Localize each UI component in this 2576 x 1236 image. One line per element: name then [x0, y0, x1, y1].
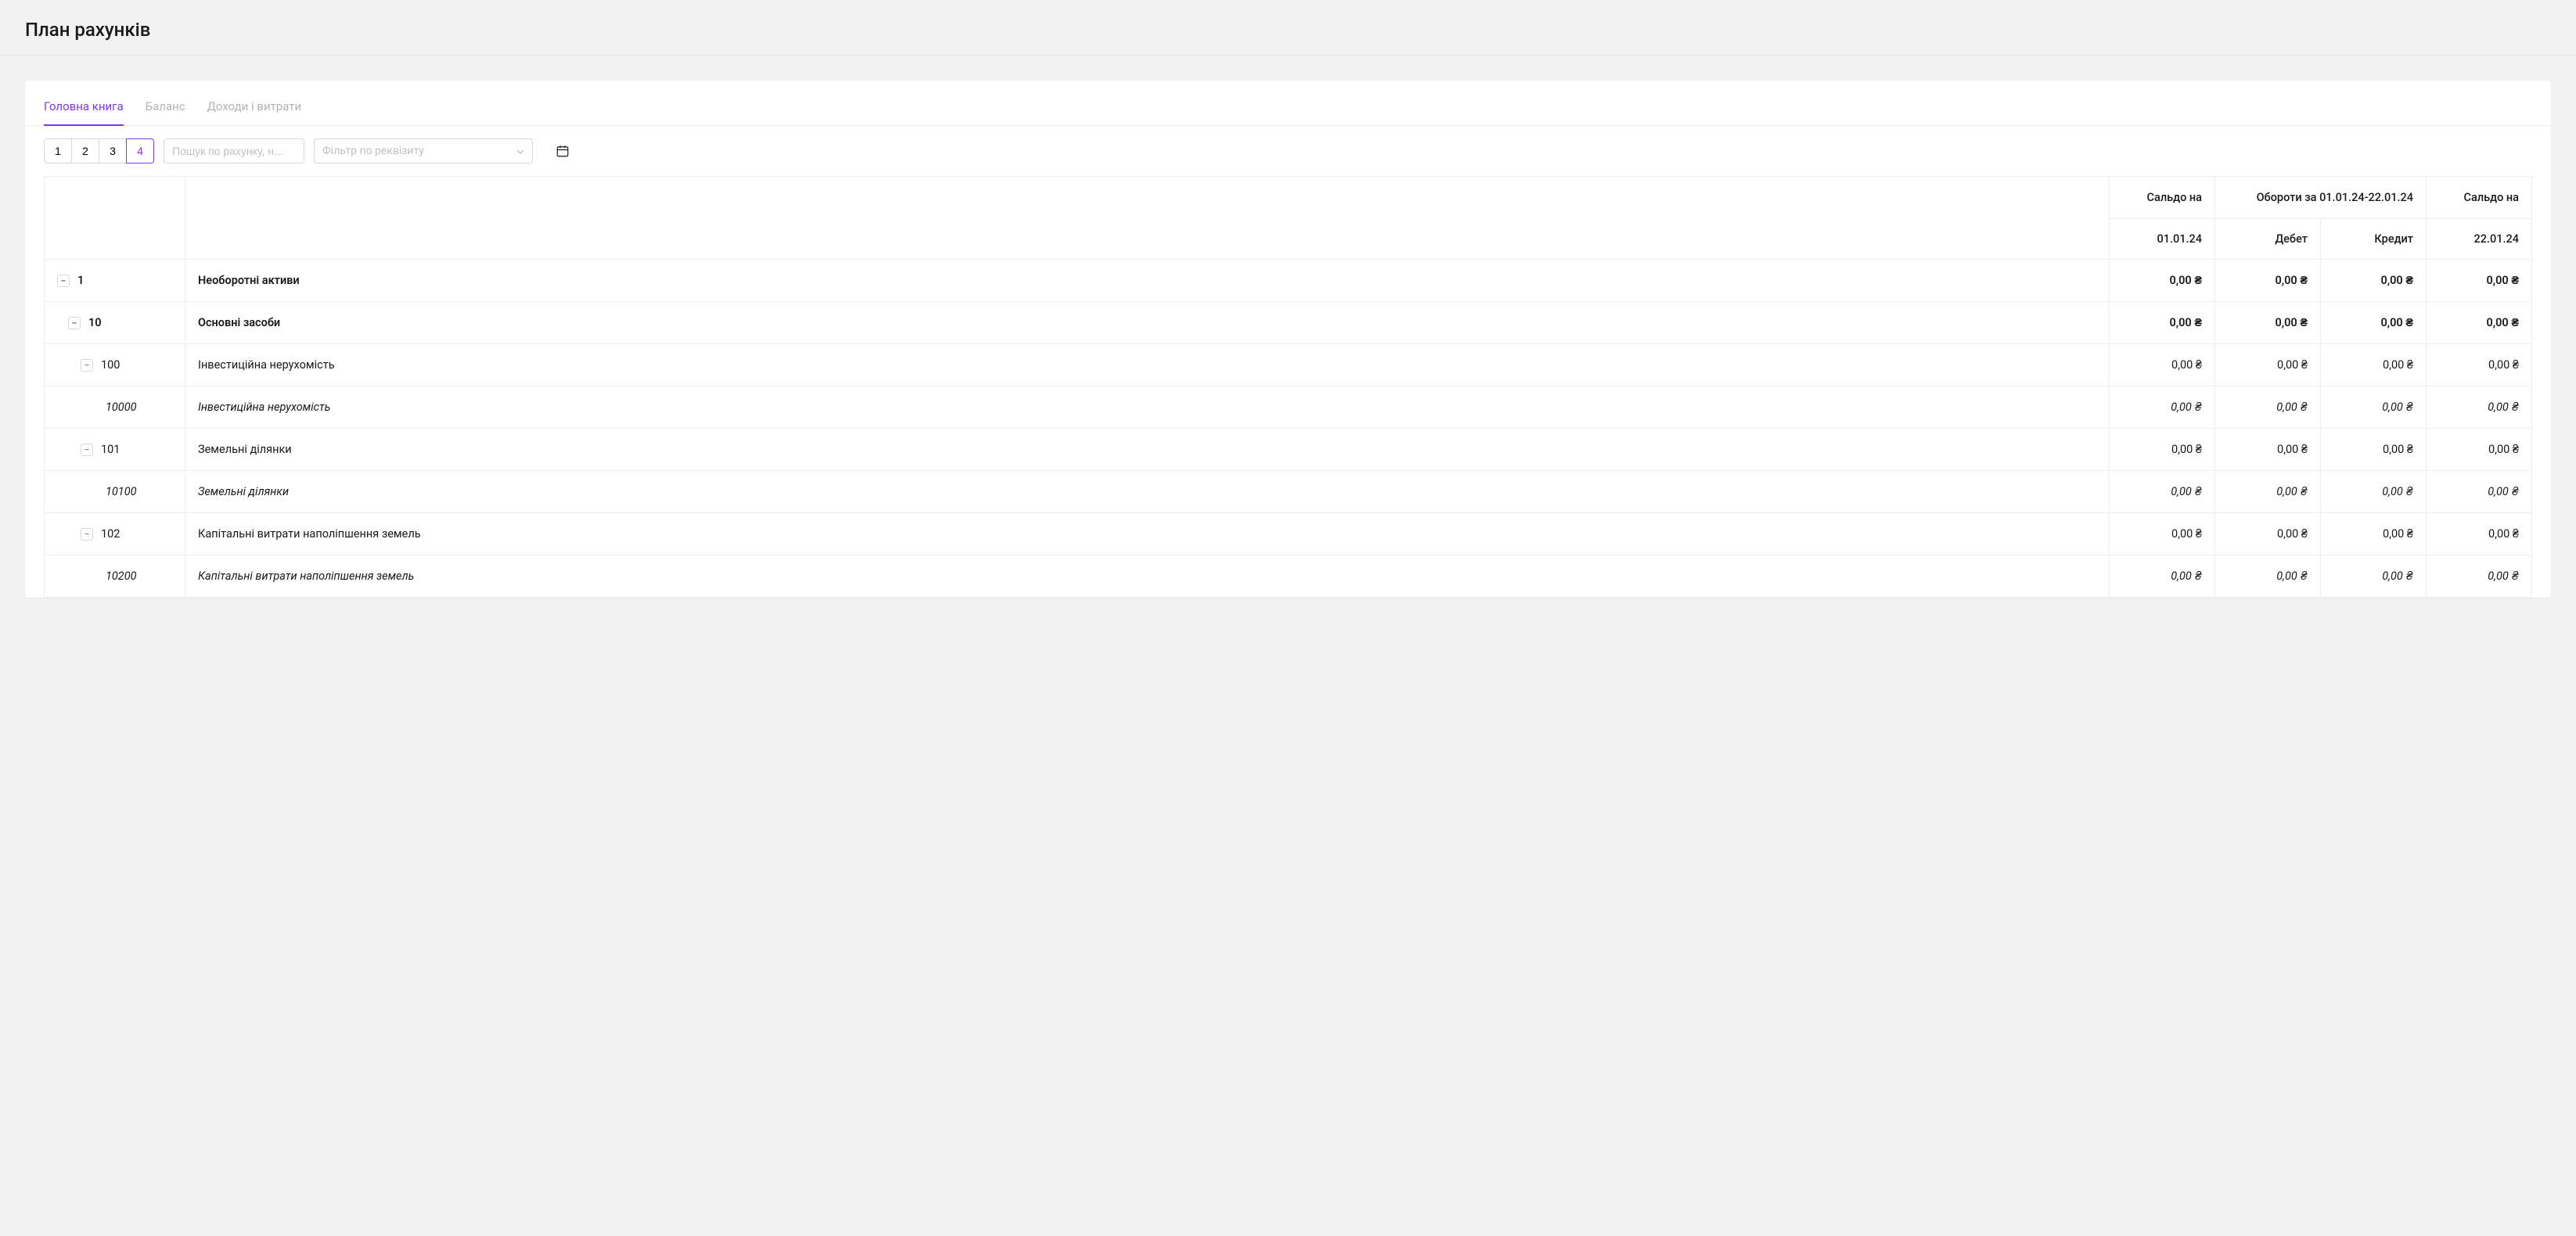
- amount-cell: 0,00 ₴: [2215, 471, 2321, 513]
- amount-cell: 0,00 ₴: [2427, 471, 2532, 513]
- amount-cell: 0,00 ₴: [2110, 555, 2215, 598]
- tab-0[interactable]: Головна книга: [44, 99, 124, 126]
- toolbar: 1234 Фільтр по реквізиту: [25, 126, 2551, 176]
- header-end-date: 22.01.24: [2427, 219, 2532, 260]
- amount-cell: 0,00 ₴: [2215, 555, 2321, 598]
- amount-cell: 0,00 ₴: [2321, 302, 2427, 344]
- account-code: −10: [45, 302, 185, 344]
- amount-cell: 0,00 ₴: [2215, 386, 2321, 429]
- header-debit: Дебет: [2215, 219, 2321, 260]
- amount-cell: 0,00 ₴: [2110, 386, 2215, 429]
- amount-cell: 0,00 ₴: [2110, 344, 2215, 386]
- amount-cell: 0,00 ₴: [2215, 344, 2321, 386]
- account-name: Капітальні витрати наполіпшення земель: [185, 513, 2110, 555]
- amount-cell: 0,00 ₴: [2215, 260, 2321, 302]
- search-input[interactable]: [164, 138, 304, 163]
- amount-cell: 0,00 ₴: [2321, 513, 2427, 555]
- account-name: Земельні ділянки: [185, 471, 2110, 513]
- header-balance-start: Сальдо на: [2110, 177, 2215, 219]
- tab-1[interactable]: Баланс: [146, 99, 185, 126]
- amount-cell: 0,00 ₴: [2321, 471, 2427, 513]
- table-row[interactable]: −102Капітальні витрати наполіпшення земе…: [45, 513, 2532, 555]
- table-row[interactable]: −100Інвестиційна нерухомість0,00 ₴0,00 ₴…: [45, 344, 2532, 386]
- account-name: Інвестиційна нерухомість: [185, 386, 2110, 429]
- account-name: Основні засоби: [185, 302, 2110, 344]
- header-balance-end: Сальдо на: [2427, 177, 2532, 219]
- account-code-text: 102: [101, 527, 120, 541]
- account-code-text: 10200: [106, 569, 137, 583]
- amount-cell: 0,00 ₴: [2110, 260, 2215, 302]
- table-row[interactable]: −1Необоротні активи0,00 ₴0,00 ₴0,00 ₴0,0…: [45, 260, 2532, 302]
- amount-cell: 0,00 ₴: [2215, 302, 2321, 344]
- account-code: −100: [45, 344, 185, 386]
- header-turnover: Обороти за 01.01.24-22.01.24: [2215, 177, 2427, 219]
- amount-cell: 0,00 ₴: [2321, 386, 2427, 429]
- account-code: −1: [45, 260, 185, 302]
- collapse-icon[interactable]: −: [81, 444, 93, 456]
- account-code-text: 101: [101, 443, 120, 456]
- amount-cell: 0,00 ₴: [2427, 302, 2532, 344]
- amount-cell: 0,00 ₴: [2215, 513, 2321, 555]
- amount-cell: 0,00 ₴: [2427, 513, 2532, 555]
- header-start-date: 01.01.24: [2110, 219, 2215, 260]
- amount-cell: 0,00 ₴: [2427, 386, 2532, 429]
- amount-cell: 0,00 ₴: [2427, 429, 2532, 471]
- level-button-2[interactable]: 2: [71, 138, 99, 163]
- header-name: [185, 177, 2110, 260]
- tabs: Головна книга Баланс Доходи і витрати: [25, 81, 2551, 126]
- table-row[interactable]: −10Основні засоби0,00 ₴0,00 ₴0,00 ₴0,00 …: [45, 302, 2532, 344]
- account-code: −101: [45, 429, 185, 471]
- account-code: 10100: [45, 471, 185, 513]
- table-row[interactable]: 10000Інвестиційна нерухомість0,00 ₴0,00 …: [45, 386, 2532, 429]
- amount-cell: 0,00 ₴: [2321, 555, 2427, 598]
- account-name: Земельні ділянки: [185, 429, 2110, 471]
- ledger-table: Сальдо на Обороти за 01.01.24-22.01.24 С…: [44, 176, 2532, 598]
- amount-cell: 0,00 ₴: [2321, 260, 2427, 302]
- amount-cell: 0,00 ₴: [2110, 513, 2215, 555]
- account-code: 10000: [45, 386, 185, 429]
- collapse-icon[interactable]: −: [57, 275, 70, 287]
- page-title: План рахунків: [25, 19, 2551, 41]
- tab-2[interactable]: Доходи і витрати: [207, 99, 302, 126]
- collapse-icon[interactable]: −: [68, 317, 81, 329]
- account-code-text: 10000: [106, 401, 137, 414]
- account-code-text: 10100: [106, 485, 137, 498]
- content-wrapper: Головна книгаБалансДоходи і витрати 1234…: [0, 56, 2576, 623]
- amount-cell: 0,00 ₴: [2321, 429, 2427, 471]
- page-header: План рахунків: [0, 0, 2576, 56]
- level-button-4[interactable]: 4: [126, 138, 154, 163]
- account-code: −102: [45, 513, 185, 555]
- header-credit: Кредит: [2321, 219, 2427, 260]
- calendar-button[interactable]: [555, 143, 570, 159]
- account-name: Капітальні витрати наполіпшення земель: [185, 555, 2110, 598]
- level-button-1[interactable]: 1: [44, 138, 72, 163]
- filter-placeholder: Фільтр по реквізиту: [322, 145, 424, 157]
- level-buttons: 1234: [44, 138, 154, 163]
- amount-cell: 0,00 ₴: [2427, 260, 2532, 302]
- account-code-text: 10: [88, 316, 102, 329]
- account-code-text: 100: [101, 358, 120, 372]
- amount-cell: 0,00 ₴: [2321, 344, 2427, 386]
- collapse-icon[interactable]: −: [81, 528, 93, 541]
- collapse-icon[interactable]: −: [81, 359, 93, 372]
- amount-cell: 0,00 ₴: [2110, 429, 2215, 471]
- table-row[interactable]: −101Земельні ділянки0,00 ₴0,00 ₴0,00 ₴0,…: [45, 429, 2532, 471]
- account-code-text: 1: [77, 274, 84, 287]
- amount-cell: 0,00 ₴: [2110, 302, 2215, 344]
- level-button-3[interactable]: 3: [99, 138, 127, 163]
- amount-cell: 0,00 ₴: [2215, 429, 2321, 471]
- table-row[interactable]: 10200 Капітальні витрати наполіпшення зем…: [45, 555, 2532, 598]
- amount-cell: 0,00 ₴: [2427, 555, 2532, 598]
- filter-select[interactable]: Фільтр по реквізиту: [314, 138, 533, 163]
- account-name: Необоротні активи: [185, 260, 2110, 302]
- table-row[interactable]: 10100Земельні ділянки0,00 ₴0,00 ₴0,00 ₴0…: [45, 471, 2532, 513]
- header-code: [45, 177, 185, 260]
- amount-cell: 0,00 ₴: [2110, 471, 2215, 513]
- account-name: Інвестиційна нерухомість: [185, 344, 2110, 386]
- amount-cell: 0,00 ₴: [2427, 344, 2532, 386]
- chevron-down-icon: [516, 146, 524, 156]
- ledger-card: Головна книгаБалансДоходи і витрати 1234…: [25, 81, 2551, 598]
- account-code: 10200: [45, 555, 185, 598]
